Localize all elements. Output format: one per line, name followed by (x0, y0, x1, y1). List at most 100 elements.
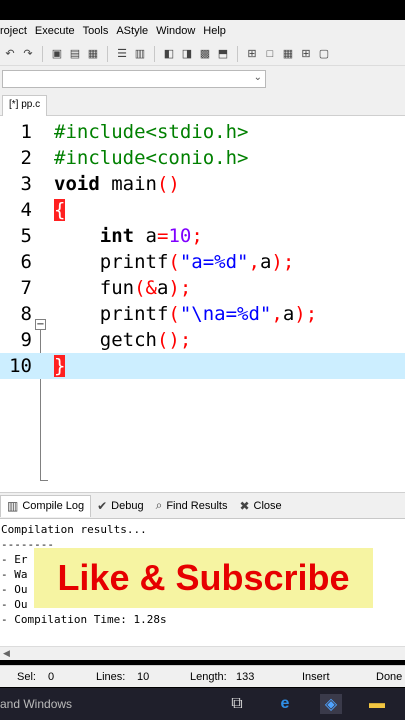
file-explorer-icon[interactable]: ▬ (366, 694, 388, 714)
line-number: 7 (20, 277, 32, 299)
code-line[interactable]: 2 #include<conio.h> (0, 145, 405, 171)
class-browser-bar: ⌄ (0, 66, 405, 92)
line-number: 1 (20, 121, 32, 143)
scroll-left-icon[interactable]: ◀ (3, 648, 10, 659)
code-token: a (282, 303, 295, 325)
compile-icon[interactable]: ◧ (161, 46, 177, 62)
tab-label: Find Results (166, 499, 228, 512)
code-token: #include<stdio.h> (54, 121, 249, 143)
code-token: getch (54, 329, 157, 351)
window-icon[interactable]: □ (262, 46, 278, 62)
code-token: ); (168, 277, 192, 299)
code-line[interactable]: 1 #include<stdio.h> (0, 119, 405, 145)
tab-label: Debug (111, 499, 144, 512)
edge-icon[interactable]: e (274, 694, 296, 714)
horizontal-scrollbar[interactable]: ◀ (0, 646, 405, 660)
menu-project[interactable]: roject (0, 25, 35, 37)
rebuild-icon[interactable]: ▩ (197, 46, 213, 62)
find-icon[interactable]: ▣ (49, 46, 65, 62)
taskbar-search-text[interactable]: and Windows (0, 697, 72, 711)
code-token: "\na=%d" (179, 303, 272, 325)
menu-window[interactable]: Window (156, 25, 203, 37)
toolbar-divider (42, 45, 43, 62)
code-token: { (54, 199, 66, 221)
lines-value: 10 (137, 671, 150, 683)
log-line: - Compilation Time: 1.28s (1, 613, 167, 626)
code-line[interactable]: 6 printf("a=%d",a); (0, 249, 405, 275)
code-token: } (54, 355, 66, 377)
code-token: , (271, 303, 283, 325)
code-token: ( (168, 303, 180, 325)
tab-debug[interactable]: ✔ Debug (91, 495, 149, 517)
tab-label: Compile Log (22, 500, 85, 512)
devcpp-icon[interactable]: ◈ (320, 694, 342, 714)
code-token: ; (191, 225, 203, 247)
log-line: - Er (1, 553, 28, 566)
code-token: int (99, 225, 135, 247)
code-line[interactable]: 5 int a=10; (0, 223, 405, 249)
tab-close[interactable]: ✖ Close (233, 495, 287, 517)
line-number: 5 (20, 225, 32, 247)
code-token: ); (271, 251, 295, 273)
code-editor[interactable]: − 1 #include<stdio.h> 2 #include<conio.h> 3 v… (0, 116, 405, 492)
tab-compile-log[interactable]: ▥ Compile Log (0, 494, 92, 517)
code-token: printf (54, 303, 169, 325)
list-icon[interactable]: ☰ (114, 46, 130, 62)
code-line[interactable]: 8 printf("\na=%d",a); (0, 301, 405, 327)
menu-execute[interactable]: Execute (35, 25, 83, 37)
grid-icon[interactable]: ⊞ (298, 46, 314, 62)
redo-icon[interactable]: ↷ (20, 46, 36, 62)
goto-icon[interactable]: ▦ (85, 46, 101, 62)
code-text: } (54, 353, 66, 379)
undo-icon[interactable]: ↶ (2, 46, 18, 62)
menu-bar: roject Execute Tools AStyle Window Help (0, 20, 405, 42)
bottom-panel-tabs: ▥ Compile Log ✔ Debug ⌕ Find Results ✖ Close (0, 492, 405, 518)
code-text: int a=10; (54, 223, 203, 249)
log-line: Compilation results... (1, 523, 147, 536)
chevron-down-icon[interactable]: ⌄ (254, 72, 262, 83)
code-line[interactable]: 10} (0, 353, 405, 379)
code-token: a (156, 277, 169, 299)
line-number: 3 (20, 173, 32, 195)
banner-text: Like & Subscribe (57, 557, 350, 598)
function-dropdown[interactable]: ⌄ (2, 70, 266, 88)
options-icon[interactable]: ▢ (316, 46, 332, 62)
toolbar: ↶ ↷ ▣ ▤ ▦ ☰ ▥ ◧ ◨ ▩ ⬒ ⊞ □ ▦ ⊞ ▢ (0, 42, 405, 66)
like-subscribe-banner: Like & Subscribe (34, 548, 373, 608)
line-number: 8 (20, 303, 32, 325)
tab-pp-c[interactable]: [*] pp.c (2, 95, 48, 116)
code-text: { (54, 197, 66, 223)
code-line[interactable]: 9 getch(); (0, 327, 405, 353)
code-line[interactable]: 4{ (0, 197, 405, 223)
menu-tools[interactable]: Tools (83, 25, 117, 37)
bookmark-icon[interactable]: ▥ (132, 46, 148, 62)
menu-astyle[interactable]: AStyle (116, 25, 156, 37)
taskbar: and Windows ⧉ e ◈ ▬ (0, 688, 405, 720)
code-text: fun(&a); (54, 275, 192, 301)
check-icon: ✔ (97, 498, 108, 513)
new-project-icon[interactable]: ⊞ (244, 46, 260, 62)
code-text: getch(); (54, 327, 192, 353)
close-icon: ✖ (239, 498, 250, 513)
code-text: void main() (54, 171, 180, 197)
line-number: 6 (20, 251, 32, 273)
code-token: a (259, 251, 272, 273)
sel-label: Sel: (17, 671, 36, 683)
menu-help[interactable]: Help (203, 25, 234, 37)
log-line: - Ou (1, 598, 28, 611)
code-token: #include<conio.h> (54, 147, 249, 169)
debug-icon[interactable]: ⬒ (215, 46, 231, 62)
chart-icon[interactable]: ▦ (280, 46, 296, 62)
run-icon[interactable]: ◨ (179, 46, 195, 62)
code-line[interactable]: 7 fun(&a); (0, 275, 405, 301)
code-token: printf (54, 251, 169, 273)
insert-mode: Insert (302, 671, 330, 683)
code-line[interactable]: 3 void main() (0, 171, 405, 197)
editor-tab-bar: [*] pp.c (0, 92, 405, 116)
replace-icon[interactable]: ▤ (67, 46, 83, 62)
code-token: "a=%d" (179, 251, 249, 273)
fold-end-marker (40, 480, 48, 481)
code-text: #include<conio.h> (54, 145, 248, 171)
tab-find-results[interactable]: ⌕ Find Results (150, 495, 234, 517)
task-view-icon[interactable]: ⧉ (226, 694, 248, 714)
